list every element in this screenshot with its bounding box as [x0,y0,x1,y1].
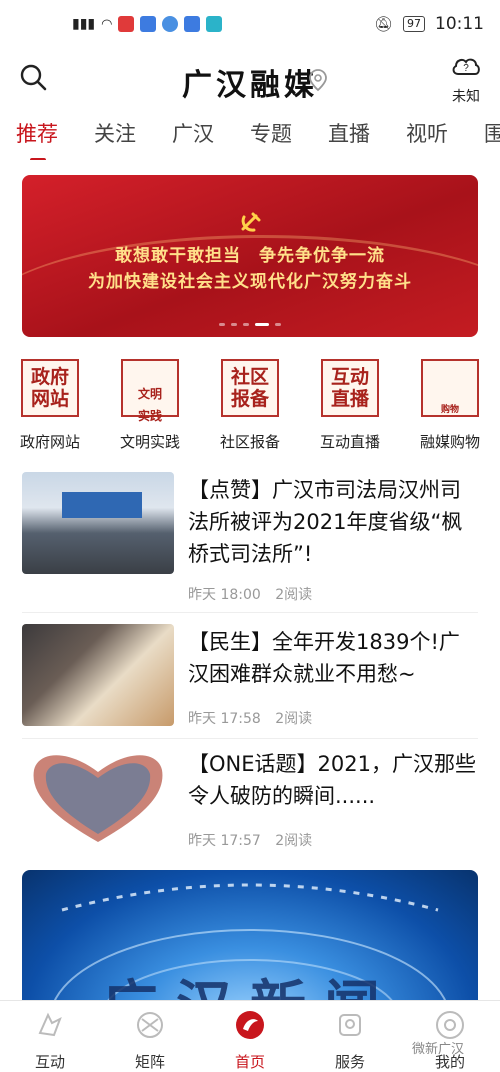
quick-link-civilization[interactable]: 文明 实践 文明实践 [100,355,200,455]
mute-icon: 🔕︎ [373,15,393,33]
carousel-dot[interactable] [275,323,281,326]
quick-links: 政府 网站 政府网站 文明 实践 文明实践 社区 报备 社区报备 互动 直播 互… [0,355,500,455]
banner-board [62,492,142,518]
status-icons: ▮▮▮ ◠ [72,16,223,32]
divider [22,738,478,739]
banner-line-1: 敢想敢干敢担当 争先争优争一流 [115,246,385,266]
tab-follow[interactable]: 关注 [78,112,136,160]
paw-icon [140,16,157,32]
weather-label: 未知 [452,89,480,105]
home-icon [236,1011,264,1039]
news-item[interactable]: 【民生】全年开发1839个!广汉困难群众就业不用愁~ 昨天 17:58 2阅读 [22,624,478,734]
tab-video[interactable]: 视听 [390,112,448,160]
quick-link-gov-site[interactable]: 政府 网站 政府网站 [0,355,100,455]
nav-service[interactable]: 服务 [300,1001,400,1071]
search-app-icon [206,16,223,32]
news-time: 昨天 18:00 [188,587,261,603]
banner-line-2: 为加快建设社会主义现代化广汉努力奋斗 [88,272,412,292]
weather-widget[interactable]: ? 未知 [446,52,486,106]
news-title: 【点赞】广汉市司法局汉州司法所被评为2021年度省级“枫桥式司法所”! [188,478,463,566]
quick-link-label: 社区报备 [219,433,280,451]
heart-collage-image [33,755,163,842]
carousel-indicator [22,323,478,326]
promo-banner[interactable]: 敢想敢干敢担当 争先争优争一流 为加快建设社会主义现代化广汉努力奋斗 [22,175,478,337]
nav-interaction[interactable]: 互动 [0,1001,100,1071]
news-meta: 昨天 17:57 2阅读 [188,830,322,850]
profile-icon [436,1011,464,1039]
news-reads: 2阅读 [275,587,313,603]
news-thumbnail [22,746,174,848]
signal-icon: ▮▮▮ [72,16,96,32]
bottom-nav: 互动 矩阵 首页 服务 我的 [0,1000,500,1071]
quick-link-label: 融媒购物 [419,433,480,451]
carousel-dot-active[interactable] [255,323,269,326]
tab-guanghan[interactable]: 广汉 [156,112,214,160]
interaction-icon [38,1012,62,1037]
news-meta: 昨天 18:00 2阅读 [188,584,322,604]
news-reads: 2阅读 [275,711,313,727]
status-bar: ▮▮▮ ◠ 🔕︎ 97 10:11 [0,0,500,48]
tab-live[interactable]: 直播 [312,112,370,160]
tab-recommend[interactable]: 推荐 [0,112,58,160]
tab-weiduidui[interactable]: 围堆堆 [468,112,500,160]
news-thumbnail [22,624,174,726]
news-title: 【ONE话题】2021，广汉那些令人破防的瞬间...... [188,752,476,808]
news-reads: 2阅读 [275,833,313,849]
carousel-dot[interactable] [231,323,237,326]
quick-link-label: 政府网站 [19,433,80,451]
video-card[interactable]: 广汉新闻 [22,870,478,1010]
carousel-dot[interactable] [243,323,249,326]
wifi-icon: ◠ [101,16,113,32]
music-icon [162,16,179,32]
news-item[interactable]: 【点赞】广汉市司法局汉州司法所被评为2021年度省级“枫桥式司法所”! 昨天 1… [22,472,478,603]
civilization-icon: 文明 实践 [121,359,179,423]
tab-topics[interactable]: 专题 [234,112,292,160]
nav-profile[interactable]: 我的 [400,1001,500,1071]
news-meta: 昨天 17:58 2阅读 [188,708,322,728]
quick-link-community-report[interactable]: 社区 报备 社区报备 [200,355,300,455]
battery-indicator: 97 [403,16,425,32]
quick-link-shopping[interactable]: 购物 融媒购物 [400,355,500,455]
watermark-text: 微新广汉 [412,1042,465,1057]
live-interaction-icon: 互动 直播 [321,359,379,417]
party-emblem-icon [241,212,261,232]
news-time: 昨天 17:58 [188,711,261,727]
news-item[interactable]: 【ONE话题】2021，广汉那些令人破防的瞬间...... 昨天 17:57 2… [22,746,478,856]
quick-link-label: 互动直播 [319,433,380,451]
cloud-question-icon: ? [452,58,480,75]
gov-site-icon: 政府 网站 [21,359,79,417]
paw-icon-2 [184,16,201,32]
app-notification-icon [118,16,135,32]
quick-link-live-interaction[interactable]: 互动 直播 互动直播 [300,355,400,455]
location-pin-icon[interactable] [308,68,328,92]
matrix-icon [137,1012,163,1038]
shopping-cart-icon: 购物 [421,359,479,417]
carousel-dot[interactable] [219,323,225,326]
nav-matrix[interactable]: 矩阵 [100,1001,200,1071]
news-time: 昨天 17:57 [188,833,261,849]
nav-home[interactable]: 首页 [200,1001,300,1071]
news-thumbnail [22,472,174,574]
app-title: 广汉融媒 [182,68,318,103]
clock: 10:11 [435,14,484,34]
community-report-icon: 社区 报备 [221,359,279,417]
news-title: 【民生】全年开发1839个!广汉困难群众就业不用愁~ [188,630,460,686]
channel-tabs: 推荐 关注 广汉 专题 直播 视听 围堆堆 [0,112,500,160]
divider [22,612,478,613]
quick-link-label: 文明实践 [119,433,180,451]
app-header: 广汉融媒 ? 未知 [0,48,500,110]
service-icon [339,1014,361,1036]
svg-text:?: ? [463,63,469,74]
